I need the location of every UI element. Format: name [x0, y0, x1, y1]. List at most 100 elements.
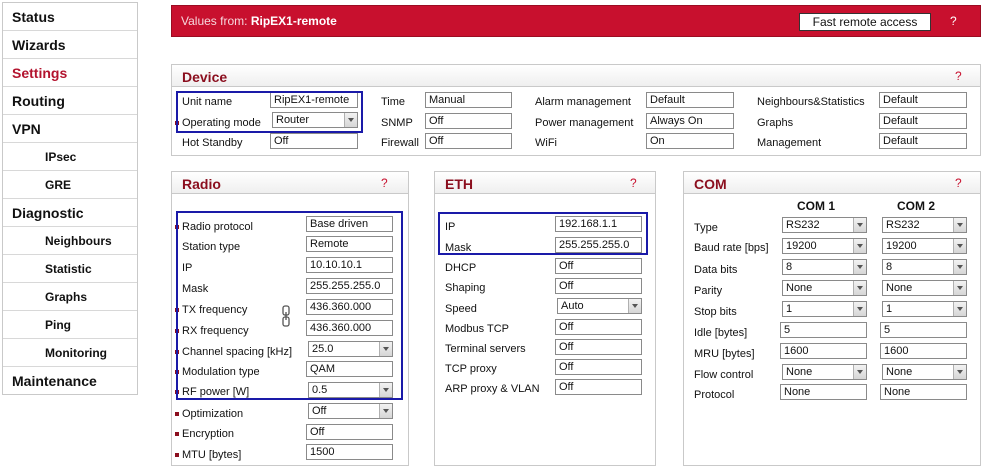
mtu-input[interactable]: 1500	[306, 444, 393, 460]
com-panel: COM ?	[683, 171, 981, 466]
encryption-text: Encryption	[182, 428, 234, 440]
chevron-down-icon	[853, 218, 866, 232]
management-field[interactable]: Default	[879, 133, 967, 149]
nav-monitoring[interactable]: Monitoring	[3, 339, 137, 367]
speed-value: Auto	[561, 300, 584, 312]
com1-stop-bits-select[interactable]: 1	[782, 301, 867, 317]
nav-gre[interactable]: GRE	[3, 171, 137, 199]
hot-standby-label: Hot Standby	[182, 137, 243, 149]
nav-routing[interactable]: Routing	[3, 87, 137, 115]
mru-label: MRU [bytes]	[694, 348, 755, 360]
mtu-label: MTU [bytes]	[175, 449, 241, 461]
nav-graphs[interactable]: Graphs	[3, 283, 137, 311]
wifi-field[interactable]: On	[646, 133, 734, 149]
power-management-label: Power management	[535, 117, 634, 129]
nav-diagnostic[interactable]: Diagnostic	[3, 199, 137, 227]
wifi-label: WiFi	[535, 137, 557, 149]
com1-parity-select[interactable]: None	[782, 280, 867, 296]
com1-type-select[interactable]: RS232	[782, 217, 867, 233]
com2-type-value: RS232	[886, 219, 920, 231]
com2-column-header: COM 2	[897, 199, 936, 213]
power-management-field[interactable]: Always On	[646, 113, 734, 129]
com1-protocol-field[interactable]: None	[780, 384, 867, 400]
nav-status[interactable]: Status	[3, 3, 137, 31]
com1-type-value: RS232	[786, 219, 820, 231]
fast-remote-access-button[interactable]: Fast remote access	[799, 13, 931, 31]
radio-help-icon[interactable]: ?	[381, 176, 388, 190]
hot-standby-field[interactable]: Off	[270, 133, 358, 149]
terminal-servers-field[interactable]: Off	[555, 339, 642, 355]
nav-maintenance[interactable]: Maintenance	[3, 367, 137, 395]
neighbours-statistics-field[interactable]: Default	[879, 92, 967, 108]
com2-stop-bits-value: 1	[886, 303, 893, 315]
alarm-management-field[interactable]: Default	[646, 92, 734, 108]
optimization-label: Optimization	[175, 408, 244, 420]
com1-mru-input[interactable]: 1600	[780, 343, 867, 359]
com2-data-bits-value: 8	[886, 261, 893, 273]
com2-mru-input[interactable]: 1600	[880, 343, 967, 359]
optimization-select[interactable]: Off	[308, 403, 393, 419]
required-marker	[175, 412, 179, 416]
com2-baud-rate-select[interactable]: 19200	[882, 238, 967, 254]
optimization-value: Off	[312, 405, 327, 417]
chevron-down-icon	[853, 365, 866, 379]
nav-neighbours[interactable]: Neighbours	[3, 227, 137, 255]
com2-protocol-field[interactable]: None	[880, 384, 967, 400]
eth-highlight-box	[438, 212, 648, 255]
com1-column-header: COM 1	[797, 199, 836, 213]
nav-ipsec[interactable]: IPsec	[3, 143, 137, 171]
eth-help-icon[interactable]: ?	[630, 176, 637, 190]
speed-label: Speed	[445, 303, 477, 315]
arp-proxy-vlan-label: ARP proxy & VLAN	[445, 383, 540, 395]
com2-stop-bits-select[interactable]: 1	[882, 301, 967, 317]
device-highlight-box	[176, 91, 363, 133]
snmp-label: SNMP	[381, 117, 413, 129]
tcp-proxy-label: TCP proxy	[445, 363, 497, 375]
com2-idle-input[interactable]: 5	[880, 322, 967, 338]
parity-label: Parity	[694, 285, 723, 297]
com2-type-select[interactable]: RS232	[882, 217, 967, 233]
chevron-down-icon	[953, 302, 966, 316]
com1-data-bits-select[interactable]: 8	[782, 259, 867, 275]
management-label: Management	[757, 137, 822, 149]
nav-vpn[interactable]: VPN	[3, 115, 137, 143]
tcp-proxy-field[interactable]: Off	[555, 359, 642, 375]
com2-parity-select[interactable]: None	[882, 280, 967, 296]
modbus-tcp-field[interactable]: Off	[555, 319, 642, 335]
snmp-field[interactable]: Off	[425, 113, 512, 129]
device-title: Device	[182, 69, 228, 85]
device-help-icon[interactable]: ?	[955, 69, 962, 83]
neighbours-statistics-label: Neighbours&Statistics	[757, 96, 865, 108]
graphs-field[interactable]: Default	[879, 113, 967, 129]
optimization-text: Optimization	[182, 408, 244, 420]
encryption-field[interactable]: Off	[306, 424, 393, 440]
com2-flow-control-select[interactable]: None	[882, 364, 967, 380]
modbus-tcp-label: Modbus TCP	[445, 323, 509, 335]
com2-data-bits-select[interactable]: 8	[882, 259, 967, 275]
firewall-label: Firewall	[381, 137, 419, 149]
shaping-field[interactable]: Off	[555, 278, 642, 294]
dhcp-label: DHCP	[445, 262, 477, 274]
header-help-icon[interactable]: ?	[950, 14, 957, 28]
nav-ping[interactable]: Ping	[3, 311, 137, 339]
nav-statistic[interactable]: Statistic	[3, 255, 137, 283]
radio-panel-header: Radio ?	[172, 172, 408, 194]
dhcp-field[interactable]: Off	[555, 258, 642, 274]
nav-wizards[interactable]: Wizards	[3, 31, 137, 59]
com-help-icon[interactable]: ?	[955, 176, 962, 190]
chevron-down-icon	[953, 239, 966, 253]
com2-flow-control-value: None	[886, 366, 913, 378]
eth-panel-header: ETH ?	[435, 172, 655, 194]
chevron-down-icon	[953, 365, 966, 379]
data-bits-label: Data bits	[694, 264, 738, 276]
time-field[interactable]: Manual	[425, 92, 512, 108]
chevron-down-icon	[853, 281, 866, 295]
nav-settings[interactable]: Settings	[3, 59, 137, 87]
com1-flow-control-select[interactable]: None	[782, 364, 867, 380]
speed-select[interactable]: Auto	[557, 298, 642, 314]
firewall-field[interactable]: Off	[425, 133, 512, 149]
arp-proxy-vlan-field[interactable]: Off	[555, 379, 642, 395]
chevron-down-icon	[628, 299, 641, 313]
com1-baud-rate-select[interactable]: 19200	[782, 238, 867, 254]
com1-idle-input[interactable]: 5	[780, 322, 867, 338]
